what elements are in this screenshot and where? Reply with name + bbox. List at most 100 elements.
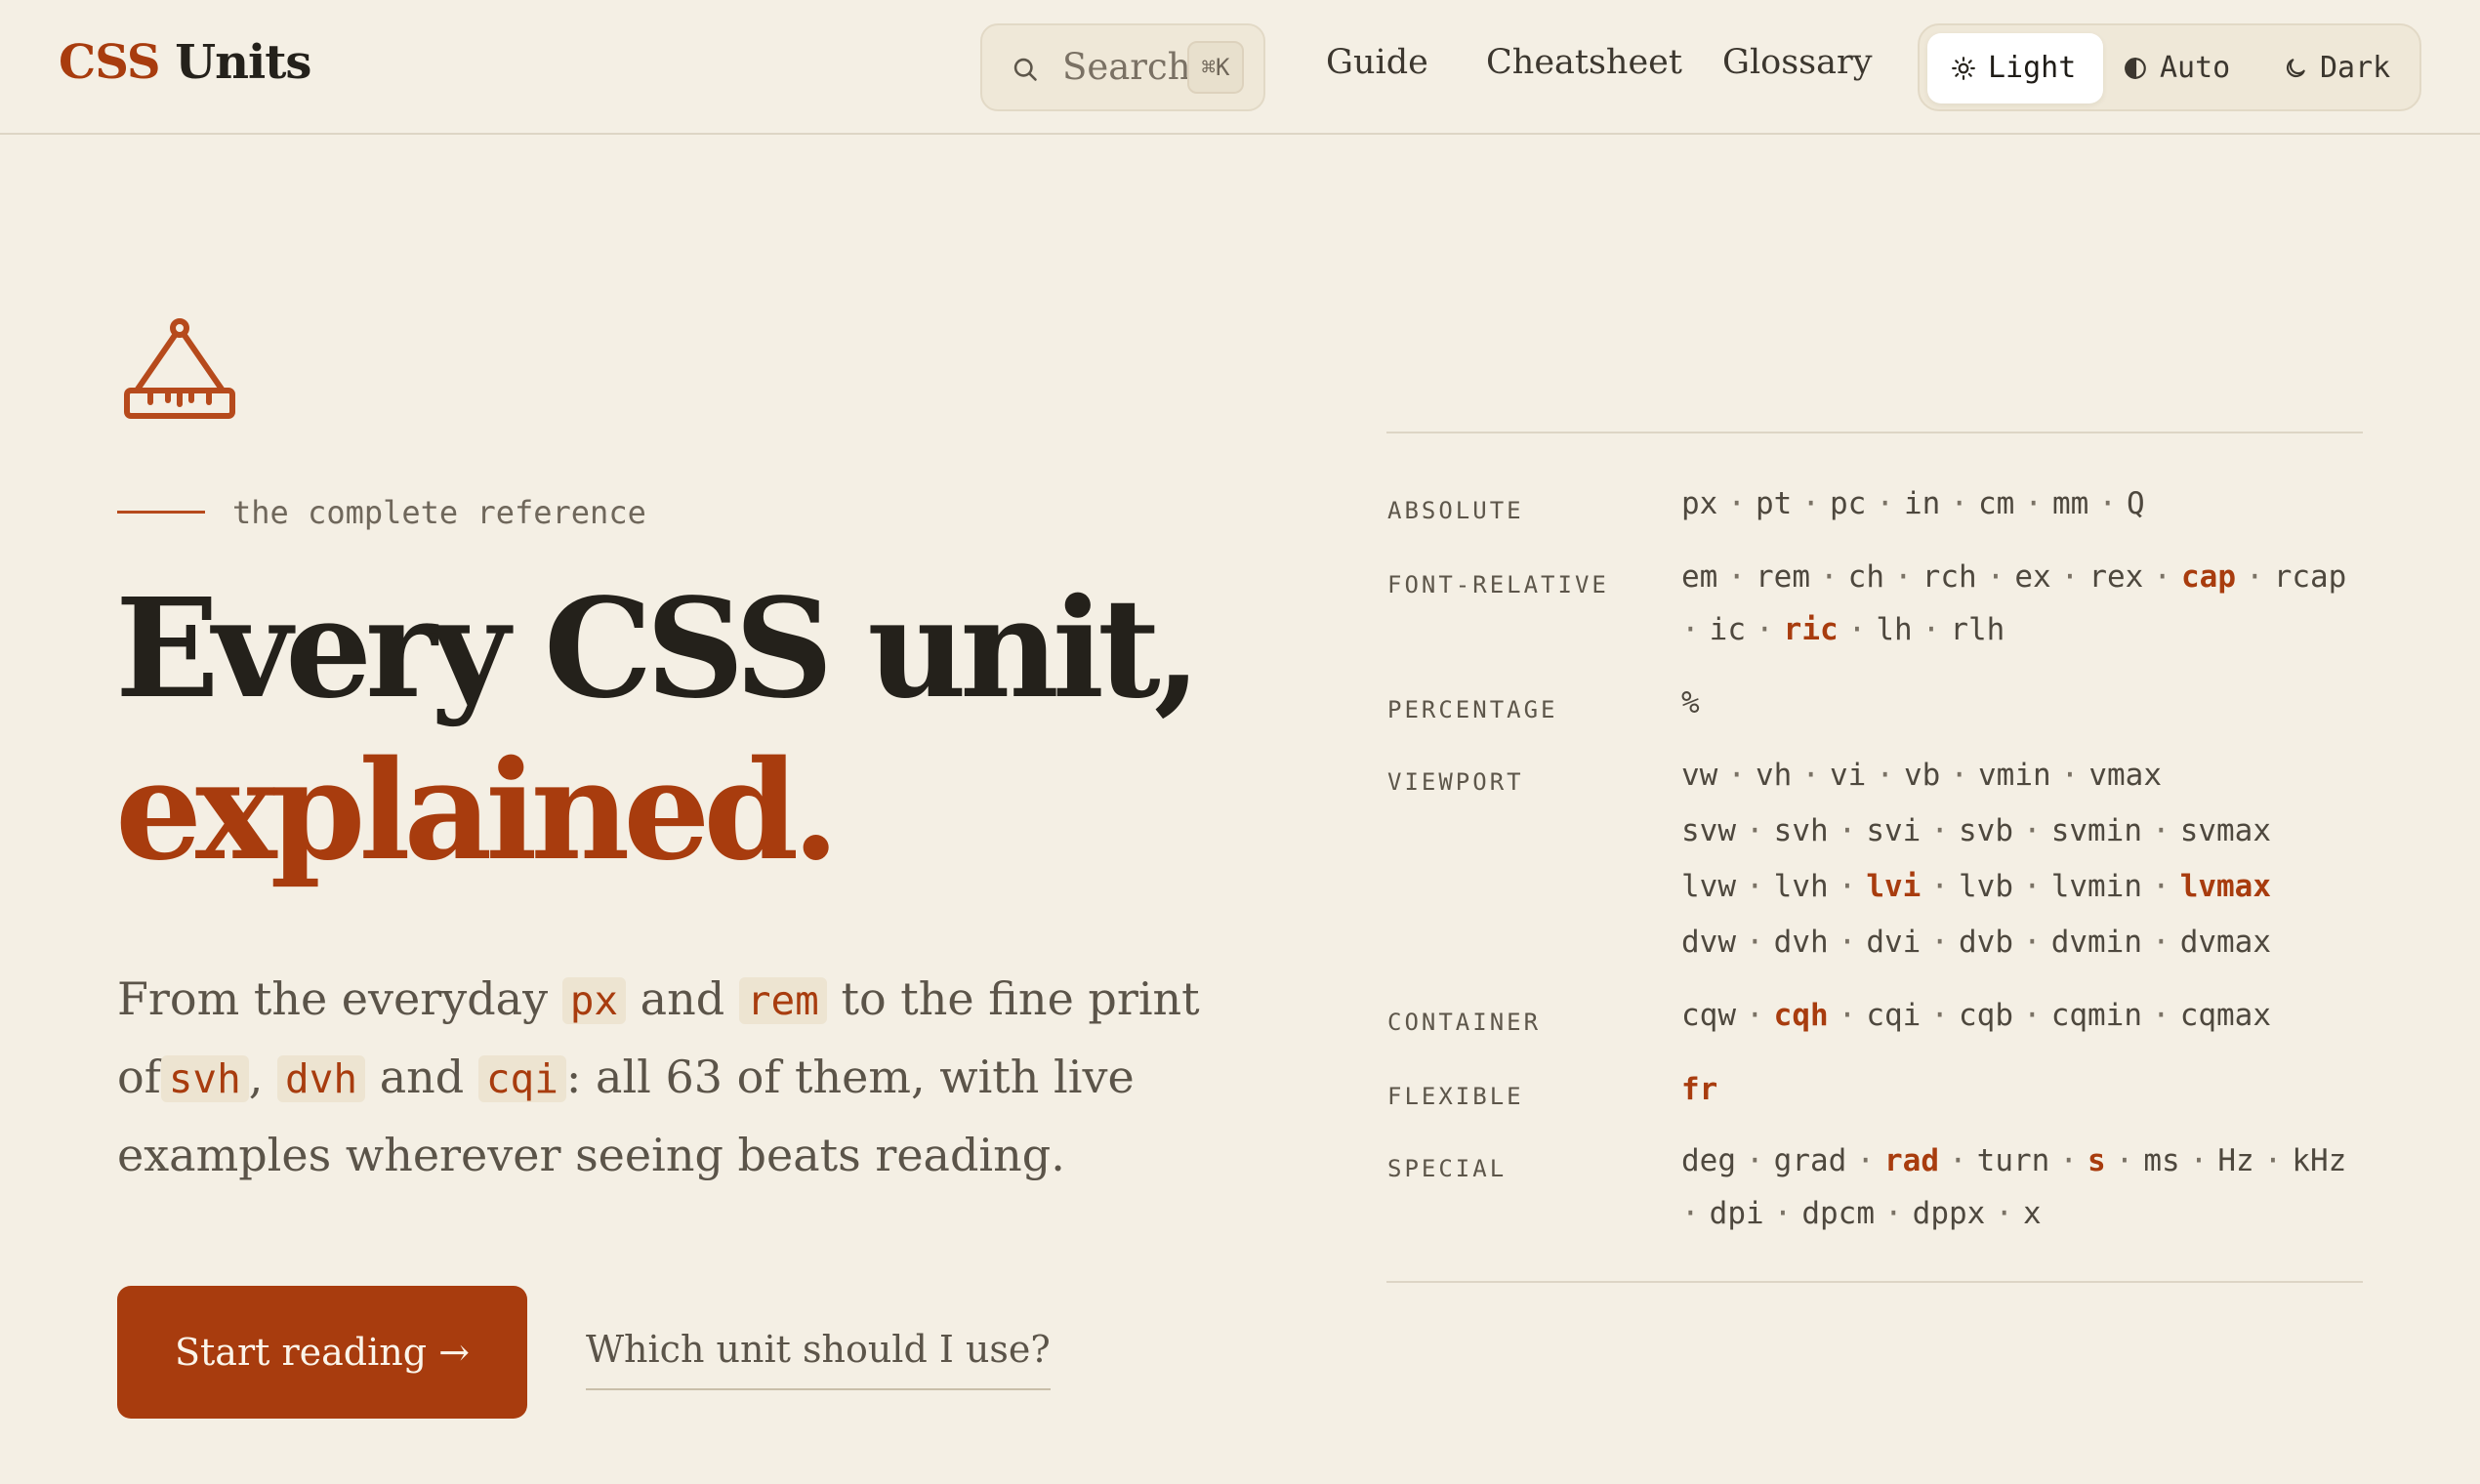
unit-svb[interactable]: svb <box>1959 813 2013 848</box>
unit-in[interactable]: in <box>1904 486 1940 521</box>
category-label: ABSOLUTE <box>1387 497 1524 524</box>
unit-separator: · <box>2115 1143 2134 1178</box>
unit-dvmin[interactable]: dvmin <box>2051 925 2142 960</box>
unit-separator: · <box>1950 486 1968 521</box>
unit-pc[interactable]: pc <box>1830 486 1866 521</box>
unit-vmin[interactable]: vmin <box>1978 758 2051 793</box>
unit-dpi[interactable]: dpi <box>1710 1196 1764 1231</box>
site-logo[interactable]: CSS Units <box>59 33 311 92</box>
unit-svmax[interactable]: svmax <box>2180 813 2271 848</box>
unit-vw[interactable]: vw <box>1681 758 1717 793</box>
unit-vmax[interactable]: vmax <box>2088 758 2162 793</box>
unit-cqmin[interactable]: cqmin <box>2051 998 2142 1033</box>
category-label: CONTAINER <box>1387 1009 1542 1036</box>
unit-cqi[interactable]: cqi <box>1866 998 1921 1033</box>
page-title-line2: explained. <box>115 731 840 891</box>
unit-separator: · <box>1746 925 1764 960</box>
unit-svw[interactable]: svw <box>1681 813 1736 848</box>
unit-Q[interactable]: Q <box>2127 486 2145 521</box>
unit-cqw[interactable]: cqw <box>1681 998 1736 1033</box>
unit-separator: · <box>1986 559 2005 595</box>
unit-separator: · <box>2152 998 2170 1033</box>
unit-cqh[interactable]: cqh <box>1774 998 1829 1033</box>
unit-mm[interactable]: mm <box>2052 486 2088 521</box>
unit-ex[interactable]: ex <box>2014 559 2050 595</box>
nav-glossary[interactable]: Glossary <box>1722 33 1873 92</box>
unit-svi[interactable]: svi <box>1866 813 1921 848</box>
moon-icon <box>2286 59 2305 78</box>
unit-dpcm[interactable]: dpcm <box>1801 1196 1875 1231</box>
unit-rad[interactable]: rad <box>1884 1143 1939 1178</box>
category-label: FONT-RELATIVE <box>1387 571 1609 598</box>
unit-s[interactable]: s <box>2087 1143 2106 1178</box>
unit-svh[interactable]: svh <box>1774 813 1829 848</box>
unit-dppx[interactable]: dppx <box>1913 1196 1986 1231</box>
unit-rcap[interactable]: rcap <box>2274 559 2347 595</box>
unit-cap[interactable]: cap <box>2181 559 2236 595</box>
unit-separator: · <box>1930 998 1950 1033</box>
which-unit-link[interactable]: Which unit should I use? <box>586 1322 1051 1390</box>
unit-lvmin[interactable]: lvmin <box>2051 869 2142 904</box>
unit-grad[interactable]: grad <box>1774 1143 1847 1178</box>
unit-ic[interactable]: ic <box>1710 612 1746 647</box>
unit-separator: · <box>1876 758 1894 793</box>
unit-line: lvw · lvh · lvi · lvb · lvmin · lvmax <box>1681 859 2365 915</box>
unit-separator: · <box>1930 925 1950 960</box>
unit-dvi[interactable]: dvi <box>1866 925 1921 960</box>
unit-lh[interactable]: lh <box>1876 612 1912 647</box>
search-icon <box>1013 58 1037 81</box>
start-reading-button[interactable]: Start reading → <box>117 1286 527 1419</box>
unit-dvh[interactable]: dvh <box>1774 925 1829 960</box>
page-title: Every CSS unit, explained. <box>115 568 1201 892</box>
unit-em[interactable]: em <box>1681 559 1717 595</box>
unit-vh[interactable]: vh <box>1756 758 1792 793</box>
nav-cheatsheet[interactable]: Cheatsheet <box>1486 33 1682 92</box>
unit-rch[interactable]: rch <box>1922 559 1977 595</box>
unit-cqb[interactable]: cqb <box>1959 998 2013 1033</box>
unit-lvh[interactable]: lvh <box>1774 869 1829 904</box>
unit-rex[interactable]: rex <box>2088 559 2143 595</box>
unit-line: deg · grad · rad · turn · s · ms · Hz · kHz <box>1681 1134 2365 1187</box>
lead-code-cqi: cqi <box>477 1055 566 1102</box>
lead-text: and <box>365 1051 478 1103</box>
nav-guide[interactable]: Guide <box>1326 33 1428 92</box>
unit-svmin[interactable]: svmin <box>2051 813 2142 848</box>
reference-top-rule <box>1386 432 2363 433</box>
theme-light-button[interactable]: Light <box>1927 33 2103 103</box>
lead-code-rem: rem <box>738 977 827 1024</box>
unit-x[interactable]: x <box>2023 1196 2042 1231</box>
unit-line: px · pt · pc · in · cm · mm · Q <box>1681 476 2365 532</box>
unit-lvi[interactable]: lvi <box>1866 869 1921 904</box>
unit-dvw[interactable]: dvw <box>1681 925 1736 960</box>
unit-percent[interactable]: % <box>1681 685 1700 721</box>
theme-auto-button[interactable]: Auto <box>2123 33 2259 103</box>
unit-lvw[interactable]: lvw <box>1681 869 1736 904</box>
unit-rlh[interactable]: rlh <box>1950 612 2005 647</box>
unit-ch[interactable]: ch <box>1848 559 1884 595</box>
unit-rem[interactable]: rem <box>1756 559 1810 595</box>
contrast-icon <box>2125 58 2146 79</box>
unit-turn[interactable]: turn <box>1977 1143 2050 1178</box>
unit-pt[interactable]: pt <box>1756 486 1792 521</box>
unit-Hz[interactable]: Hz <box>2217 1143 2253 1178</box>
unit-cqmax[interactable]: cqmax <box>2180 998 2271 1033</box>
unit-dvmax[interactable]: dvmax <box>2180 925 2271 960</box>
category-label: FLEXIBLE <box>1387 1083 1524 1110</box>
unit-vi[interactable]: vi <box>1830 758 1866 793</box>
unit-px[interactable]: px <box>1681 486 1717 521</box>
unit-separator: · <box>1949 1143 1967 1178</box>
unit-deg[interactable]: deg <box>1681 1143 1736 1178</box>
unit-lvb[interactable]: lvb <box>1959 869 2013 904</box>
unit-vb[interactable]: vb <box>1904 758 1940 793</box>
search-button[interactable]: Search ⌘K <box>980 23 1265 111</box>
unit-kHz[interactable]: kHz <box>2292 1143 2346 1178</box>
unit-lvmax[interactable]: lvmax <box>2180 869 2271 904</box>
theme-dark-button[interactable]: Dark <box>2283 33 2419 103</box>
unit-separator: · <box>1746 813 1764 848</box>
unit-ric[interactable]: ric <box>1784 612 1839 647</box>
unit-cm[interactable]: cm <box>1978 486 2014 521</box>
unit-fr[interactable]: fr <box>1681 1072 1717 1107</box>
unit-dvb[interactable]: dvb <box>1959 925 2013 960</box>
theme-auto-label: Auto <box>2160 51 2231 85</box>
unit-ms[interactable]: ms <box>2143 1143 2179 1178</box>
